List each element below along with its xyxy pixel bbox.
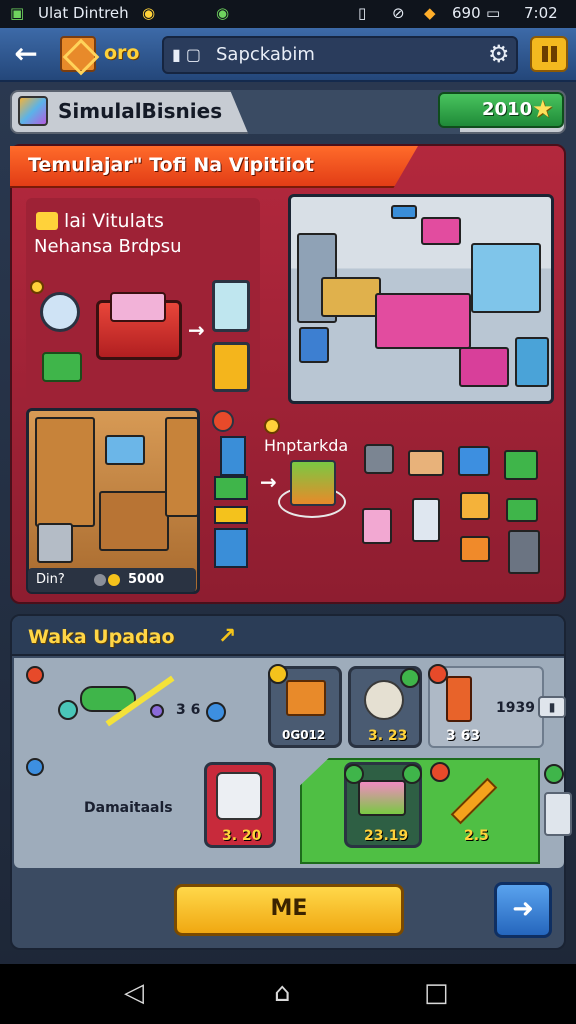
- next-button[interactable]: ➜: [494, 882, 552, 938]
- tool-icon[interactable]: [364, 444, 394, 474]
- page-title: SimulalBisnies: [58, 99, 223, 123]
- badge: [544, 764, 564, 784]
- battery-value: 690: [452, 4, 481, 22]
- side-tab[interactable]: ▮: [538, 696, 566, 718]
- price-label: Din?: [36, 572, 65, 587]
- crate-icon[interactable]: [408, 450, 444, 476]
- clock-icon: [212, 410, 234, 432]
- main-action-label: ME: [270, 896, 308, 921]
- price-value: 5000: [128, 572, 165, 587]
- cash-register-icon: [42, 352, 82, 382]
- demand-label: Damaitaals: [84, 800, 173, 816]
- card-value: 3. 20: [222, 828, 262, 844]
- green-box-icon[interactable]: [504, 450, 538, 480]
- silver-coin-icon: [94, 574, 106, 586]
- shop-scene-image: [26, 408, 200, 594]
- alert-badge: [26, 666, 44, 684]
- shield-icon: ◆: [424, 4, 436, 22]
- fuel-can-icon: [446, 676, 472, 722]
- produce-crate-icon: [358, 780, 406, 816]
- coin-count: oro: [104, 42, 140, 64]
- upgrades-title: Waka Upadao: [28, 626, 175, 648]
- drink-icon: [214, 528, 248, 568]
- badge: [400, 668, 420, 688]
- notification-icon: ◉: [142, 4, 156, 22]
- status-app-name: Ulat Dintreh: [38, 4, 129, 22]
- orb-icon: [206, 702, 226, 722]
- app-status-icon: ▣: [10, 4, 25, 22]
- clock: 7:02: [524, 4, 558, 22]
- wifi-off-icon: ⊘: [392, 4, 405, 22]
- magnifier-icon: [40, 292, 80, 332]
- bricks-icon: [286, 680, 326, 716]
- orange-box-icon[interactable]: [460, 492, 490, 520]
- feature-banner-text: Temulajar" Tofi Na Vipitiiot: [28, 154, 314, 176]
- produce-crate-icon[interactable]: [290, 460, 336, 506]
- arrow-right-icon: →: [260, 470, 277, 494]
- intro-line-2: Nehansa Brdpsu: [34, 236, 182, 257]
- vibrate-icon: ▯: [358, 4, 367, 22]
- info-badge: [26, 758, 44, 776]
- signal-app-icon: ◉: [216, 4, 230, 22]
- nav-home-icon[interactable]: ⌂: [274, 978, 291, 1008]
- tablet-icon: [110, 292, 166, 322]
- server-icon[interactable]: [508, 530, 540, 574]
- card-value: 3 63: [446, 728, 481, 744]
- card-value: 2.5: [464, 828, 489, 844]
- budget-value: 2010: [482, 99, 533, 120]
- gem-icon: [58, 700, 78, 720]
- green-pack-icon[interactable]: [506, 498, 538, 522]
- back-button[interactable]: ←: [8, 38, 44, 70]
- bottle-icon: [220, 436, 246, 476]
- info-badge: [30, 280, 44, 294]
- combo-value: 3 6: [176, 702, 201, 718]
- title-bar-shade: [230, 90, 460, 134]
- mixer-icon: [216, 772, 262, 820]
- product-card-icon[interactable]: [212, 280, 250, 332]
- arrow-up-icon: ↗: [218, 624, 237, 649]
- nav-recents-icon[interactable]: □: [424, 978, 449, 1008]
- card-value: 23.19: [364, 828, 409, 844]
- store-scene-image: [288, 194, 554, 404]
- battery-icon: ▭: [486, 4, 501, 22]
- arrow-right-icon: →: [188, 318, 205, 342]
- small-crate-icon[interactable]: [460, 536, 490, 562]
- poster-icon[interactable]: [412, 498, 440, 542]
- gift-box-icon[interactable]: [458, 446, 490, 476]
- box-icon: [214, 476, 248, 500]
- gold-coin-icon: [108, 574, 120, 586]
- badge: [268, 664, 288, 684]
- coin-card-icon[interactable]: [212, 342, 250, 392]
- lock-tab[interactable]: [544, 792, 572, 836]
- nav-back-icon[interactable]: ◁: [124, 978, 144, 1008]
- side-value: 1939: [496, 700, 535, 716]
- status-bar: ▣ Ulat Dintreh ◉ ◉ ▯ ⊘ ◆ 690 ▭ 7:02: [0, 0, 576, 28]
- card-value: 0G012: [282, 728, 326, 742]
- alert-badge: [430, 762, 450, 782]
- search-value: Sapckabim: [216, 44, 315, 65]
- rack-label: Hnptarkda: [264, 436, 349, 455]
- star-icon: ★: [532, 95, 554, 123]
- pause-button[interactable]: [530, 36, 568, 72]
- gear-icon[interactable]: ⚙: [488, 40, 510, 68]
- package-icon: [214, 506, 248, 524]
- key-icon: [36, 212, 58, 230]
- search-icon: ▮ ▢: [172, 45, 202, 64]
- plate-icon: [364, 680, 404, 720]
- card-value: 3. 23: [368, 728, 408, 744]
- orb-icon: [150, 704, 164, 718]
- intro-line-1: lai Vitulats: [64, 210, 164, 232]
- pink-box-icon[interactable]: [362, 508, 392, 544]
- business-icon: [18, 96, 48, 126]
- alert-badge: [428, 664, 448, 684]
- info-badge: [264, 418, 280, 434]
- crate-icon[interactable]: [60, 36, 96, 72]
